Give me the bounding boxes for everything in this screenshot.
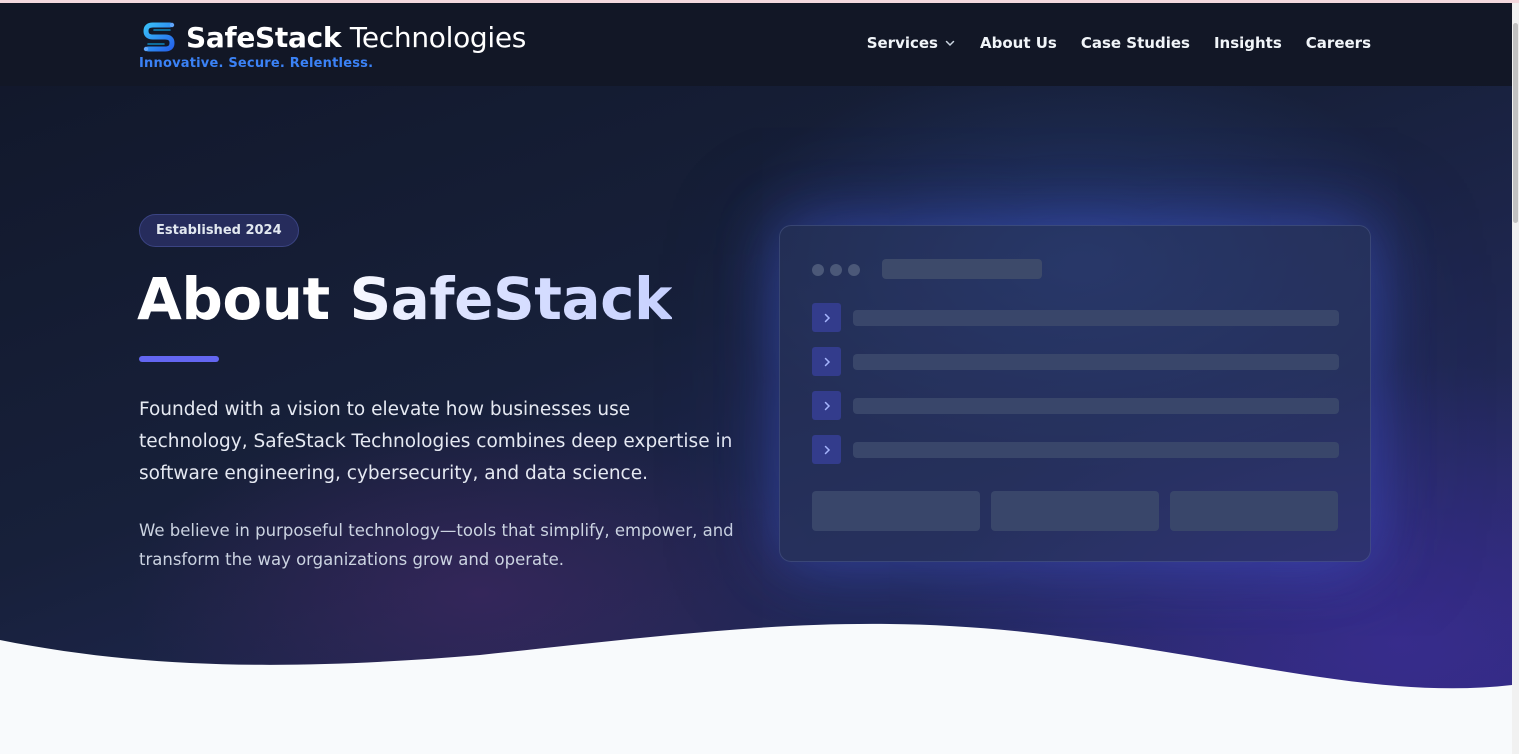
- page-title: About SafeStack: [137, 265, 673, 333]
- brand-name: SafeStack Technologies: [186, 21, 526, 54]
- chevron-right-icon: [812, 347, 841, 376]
- brand-name-bold: SafeStack: [186, 20, 342, 54]
- nav-item-case-studies[interactable]: Case Studies: [1081, 34, 1190, 52]
- dashboard-illustration: [779, 225, 1371, 562]
- chevron-right-icon: [812, 435, 841, 464]
- nav-item-about-us[interactable]: About Us: [980, 34, 1057, 52]
- nav-item-careers[interactable]: Careers: [1306, 34, 1371, 52]
- window-dot: [848, 264, 860, 276]
- placeholder-bar: [853, 354, 1339, 370]
- placeholder-title-bar: [882, 259, 1042, 279]
- placeholder-card: [812, 491, 980, 531]
- wave-divider: [0, 623, 1512, 754]
- window-dots: [812, 264, 860, 276]
- tagline: Innovative. Secure. Relentless.: [139, 56, 374, 71]
- nav-item-label: Services: [866, 34, 938, 52]
- brand-name-light: Technologies: [349, 20, 527, 54]
- nav-item-services[interactable]: Services: [867, 34, 956, 52]
- placeholder-card: [991, 491, 1159, 531]
- safestack-s-logo-icon: [143, 22, 175, 52]
- nav-item-insights[interactable]: Insights: [1214, 34, 1282, 52]
- window-dot: [812, 264, 824, 276]
- placeholder-row: [812, 347, 1339, 377]
- placeholder-bar: [853, 398, 1339, 414]
- placeholder-row: [812, 391, 1339, 421]
- placeholder-card: [1170, 491, 1338, 531]
- placeholder-bar: [853, 442, 1339, 458]
- established-badge: Established 2024: [139, 214, 299, 247]
- chevron-down-icon: [945, 40, 955, 47]
- placeholder-row: [812, 303, 1339, 333]
- title-underline: [139, 356, 219, 362]
- scrollbar-thumb[interactable]: [1513, 23, 1518, 223]
- placeholder-bar: [853, 310, 1339, 326]
- navbar: SafeStack Technologies Innovative. Secur…: [0, 3, 1512, 86]
- hero-lead-paragraph: Founded with a vision to elevate how bus…: [139, 399, 733, 484]
- chevron-right-icon: [812, 391, 841, 420]
- window-dot: [830, 264, 842, 276]
- brand-logo-link[interactable]: SafeStack Technologies: [139, 17, 526, 57]
- main-nav: Services About Us Case Studies Insights …: [867, 34, 1371, 52]
- scrollbar[interactable]: [1512, 3, 1519, 754]
- placeholder-row: [812, 435, 1339, 465]
- chevron-right-icon: [812, 303, 841, 332]
